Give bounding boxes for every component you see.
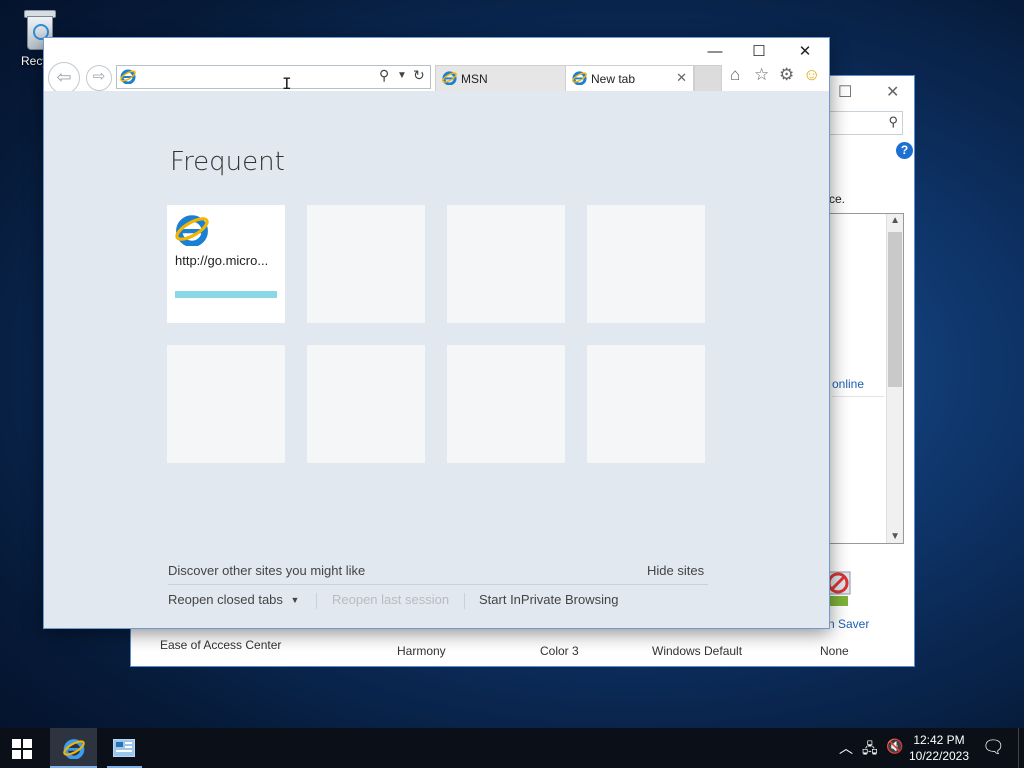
- ie-title-bar: — ☐ ✕ ⇦ ⇨ ⚲ ▼ ↻ MSN New tab ✕ ⌂ ☆ ⚙ ☺: [44, 38, 829, 94]
- maximize-icon[interactable]: ☐: [838, 82, 852, 102]
- ie-logo-icon: [572, 70, 587, 88]
- address-input[interactable]: [139, 67, 373, 87]
- internet-explorer-window: — ☐ ✕ ⇦ ⇨ ⚲ ▼ ↻ MSN New tab ✕ ⌂ ☆ ⚙ ☺ Fr…: [43, 37, 830, 629]
- clock-date: 10/22/2023: [908, 749, 970, 763]
- text-cursor-icon: I: [282, 74, 292, 93]
- taskbar: ︿ 🖧 🔇 12:42 PM 10/22/2023 🗨: [0, 728, 1024, 768]
- address-bar[interactable]: ⚲ ▼ ↻: [116, 65, 431, 89]
- empty-tile[interactable]: [447, 345, 565, 463]
- tab-new-tab[interactable]: New tab ✕: [565, 65, 694, 92]
- theme-label-sounds[interactable]: Windows Default: [652, 644, 742, 658]
- divider: [316, 593, 317, 609]
- control-panel-icon: [112, 738, 136, 762]
- new-tab-button[interactable]: [694, 65, 722, 92]
- control-panel-search-box[interactable]: ⚲: [828, 111, 903, 135]
- forward-button[interactable]: ⇨: [86, 65, 112, 91]
- frequent-heading: Frequent: [170, 147, 285, 177]
- show-desktop-button[interactable]: [1018, 728, 1019, 768]
- scroll-up-icon[interactable]: ▲: [890, 215, 900, 226]
- empty-tile[interactable]: [587, 205, 705, 323]
- theme-label-color[interactable]: Color 3: [540, 644, 579, 658]
- frequent-site-tile[interactable]: http://go.micro...: [167, 205, 285, 323]
- settings-gear-icon[interactable]: ⚙: [779, 65, 794, 85]
- network-icon[interactable]: 🖧: [862, 738, 878, 762]
- dropdown-arrow-icon: ▼: [290, 595, 300, 605]
- close-icon[interactable]: ✕: [791, 42, 819, 62]
- volume-muted-icon[interactable]: 🔇: [886, 738, 903, 755]
- discover-sites-link[interactable]: Discover other sites you might like: [168, 563, 365, 578]
- ease-of-access-label[interactable]: Ease of Access Center: [160, 638, 281, 652]
- taskbar-internet-explorer[interactable]: [50, 728, 97, 768]
- start-inprivate-link[interactable]: Start InPrivate Browsing: [479, 592, 618, 607]
- refresh-icon[interactable]: ↻: [413, 67, 425, 84]
- tab-label: MSN: [461, 72, 488, 86]
- divider: [464, 593, 465, 609]
- scrollbar-thumb[interactable]: [888, 232, 902, 387]
- ie-logo-icon: [442, 70, 457, 88]
- search-icon: ⚲: [888, 114, 898, 129]
- tab-label: New tab: [591, 72, 636, 86]
- ie-logo-icon: [175, 212, 209, 251]
- back-button[interactable]: ⇦: [48, 62, 80, 94]
- favorites-star-icon[interactable]: ☆: [754, 65, 769, 85]
- reopen-closed-tabs-button[interactable]: Reopen closed tabs ▼: [168, 592, 299, 607]
- clock[interactable]: 12:42 PM 10/22/2023: [906, 732, 972, 764]
- theme-label-harmony[interactable]: Harmony: [397, 644, 446, 658]
- new-tab-page: Frequent http://go.micro... Discover oth…: [44, 91, 829, 628]
- empty-tile[interactable]: [307, 205, 425, 323]
- show-hidden-icons-chevron-icon[interactable]: ︿: [839, 738, 853, 758]
- divider: [832, 396, 884, 397]
- reopen-closed-tabs-label: Reopen closed tabs: [168, 592, 283, 607]
- ie-logo-icon: [63, 737, 85, 764]
- description-text: ce.: [829, 192, 846, 206]
- minimize-icon[interactable]: —: [701, 42, 729, 62]
- close-icon[interactable]: ✕: [886, 82, 899, 102]
- reopen-last-session-link: Reopen last session: [332, 592, 450, 607]
- empty-tile[interactable]: [167, 345, 285, 463]
- online-link[interactable]: online: [832, 377, 864, 391]
- feedback-smiley-icon[interactable]: ☺: [803, 65, 820, 85]
- empty-tile[interactable]: [587, 345, 705, 463]
- empty-tile[interactable]: [447, 205, 565, 323]
- dropdown-arrow-icon[interactable]: ▼: [397, 70, 407, 81]
- tab-msn[interactable]: MSN: [435, 65, 566, 92]
- divider: [168, 584, 708, 585]
- screen-saver-label[interactable]: n Saver: [828, 617, 869, 631]
- theme-label-screensaver[interactable]: None: [820, 644, 849, 658]
- home-icon[interactable]: ⌂: [730, 65, 740, 85]
- start-button[interactable]: [12, 739, 32, 759]
- hide-sites-link[interactable]: Hide sites: [647, 563, 704, 578]
- ie-logo-icon: [120, 68, 136, 89]
- scroll-down-icon[interactable]: ▼: [890, 531, 900, 542]
- clock-time: 12:42 PM: [913, 733, 965, 747]
- action-center-icon[interactable]: 🗨: [982, 737, 1005, 758]
- back-arrow-icon: ⇦: [56, 67, 72, 87]
- tile-usage-bar: [175, 291, 277, 298]
- close-tab-icon[interactable]: ✕: [676, 70, 687, 86]
- tile-url: http://go.micro...: [175, 253, 269, 268]
- help-icon[interactable]: ?: [896, 142, 913, 159]
- maximize-icon[interactable]: ☐: [745, 42, 773, 62]
- empty-tile[interactable]: [307, 345, 425, 463]
- forward-arrow-icon: ⇨: [92, 68, 106, 85]
- taskbar-control-panel[interactable]: [101, 728, 148, 768]
- search-icon[interactable]: ⚲: [379, 67, 389, 84]
